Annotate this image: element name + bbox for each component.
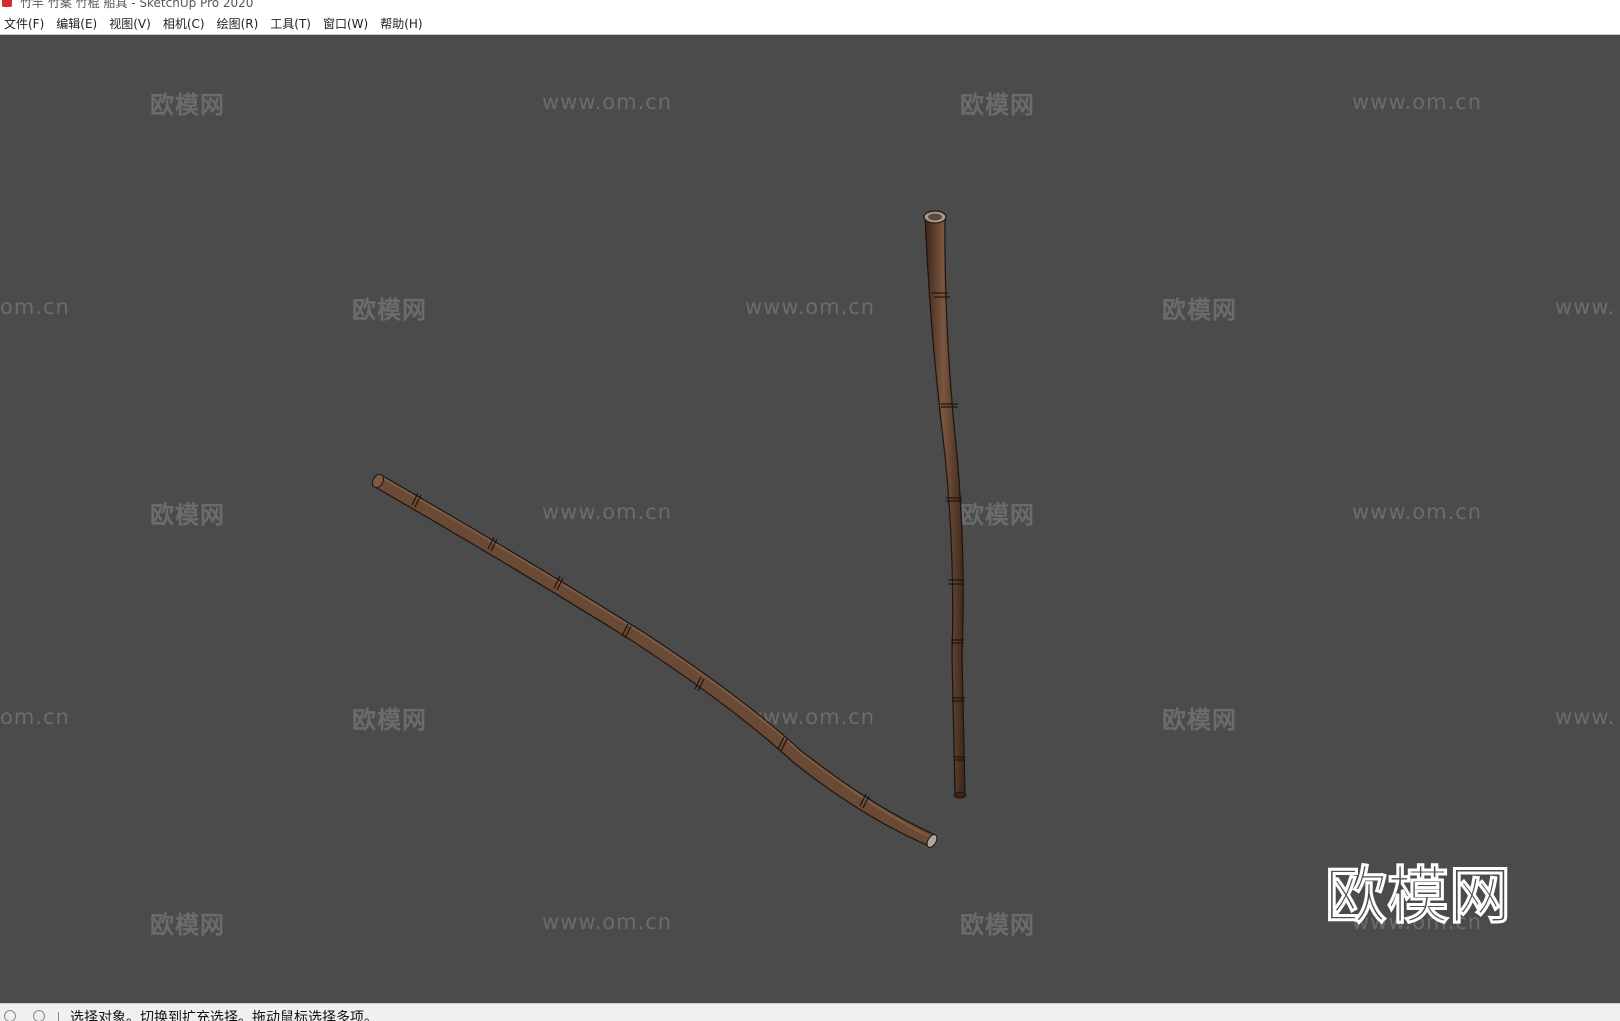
menu-edit[interactable]: 编辑(E) [50,12,103,34]
credits-icon[interactable] [33,1010,45,1021]
bamboo-pole-diagonal[interactable] [370,472,939,849]
title-bar: 竹竿 竹案 竹棍 船具 - SketchUp Pro 2020 [0,0,1620,12]
menu-bar: 文件(F) 编辑(E) 视图(V) 相机(C) 绘图(R) 工具(T) 窗口(W… [0,12,1620,35]
geo-location-icon[interactable] [4,1010,16,1021]
watermark-brand-large: 欧模网 [1323,858,1512,934]
menu-camera[interactable]: 相机(C) [157,12,211,34]
menu-draw[interactable]: 绘图(R) [211,12,265,34]
menu-file[interactable]: 文件(F) [0,12,50,34]
model-viewport[interactable]: 欧模网 www.om.cn 欧模网 www.om.cn om.cn 欧模网 ww… [0,35,1620,1003]
status-bar: 选择对象。切换到扩充选择。拖动鼠标选择多项。 [0,1003,1620,1021]
menu-help[interactable]: 帮助(H) [374,12,428,34]
menu-view[interactable]: 视图(V) [103,12,157,34]
menu-window[interactable]: 窗口(W) [317,12,374,34]
sketchup-app-icon[interactable] [2,0,12,7]
window-title: 竹竿 竹案 竹棍 船具 - SketchUp Pro 2020 [20,0,254,10]
status-hint: 选择对象。切换到扩充选择。拖动鼠标选择多项。 [70,1010,378,1021]
bamboo-pole-vertical[interactable] [923,210,967,799]
menu-tools[interactable]: 工具(T) [264,12,317,34]
